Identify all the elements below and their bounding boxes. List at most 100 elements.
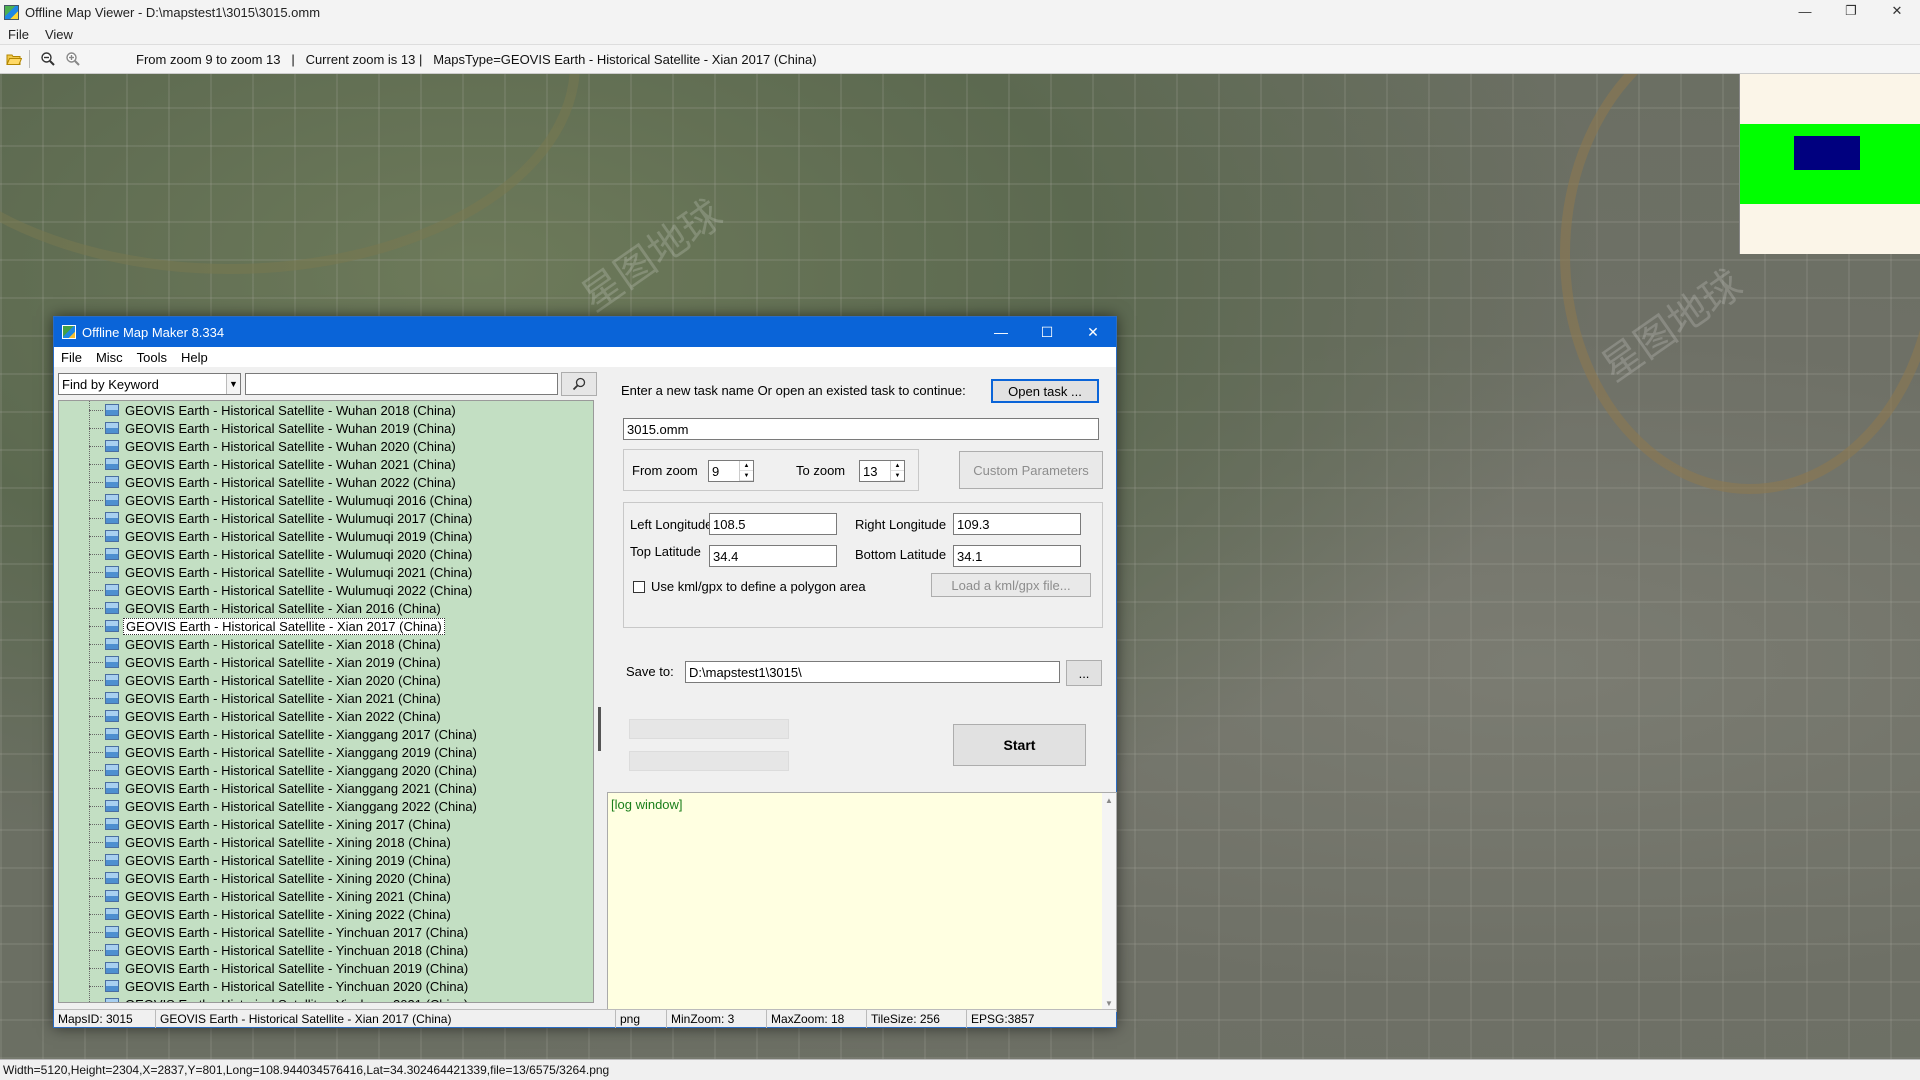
tree-branch-line	[89, 643, 103, 645]
map-layer-icon	[105, 836, 119, 848]
tree-item[interactable]: GEOVIS Earth - Historical Satellite - Xi…	[89, 689, 443, 707]
tree-item[interactable]: GEOVIS Earth - Historical Satellite - Xi…	[89, 779, 479, 797]
scroll-up-icon[interactable]: ▲	[1105, 796, 1113, 805]
tree-item-label: GEOVIS Earth - Historical Satellite - Xi…	[125, 906, 451, 922]
tree-item[interactable]: GEOVIS Earth - Historical Satellite - Xi…	[89, 707, 443, 725]
save-to-input[interactable]: D:\mapstest1\3015\	[685, 661, 1060, 683]
tree-item[interactable]: GEOVIS Earth - Historical Satellite - Xi…	[89, 635, 443, 653]
open-task-button[interactable]: Open task ...	[991, 379, 1099, 403]
log-scrollbar[interactable]: ▲ ▼	[1102, 793, 1116, 1011]
tree-item[interactable]: GEOVIS Earth - Historical Satellite - Xi…	[89, 905, 453, 923]
search-mode-value: Find by Keyword	[62, 376, 159, 392]
tree-item[interactable]: GEOVIS Earth - Historical Satellite - Wu…	[89, 419, 458, 437]
tree-branch-line	[89, 733, 103, 735]
overview-minimap[interactable]	[1739, 74, 1920, 254]
spin-up-icon[interactable]: ▲	[891, 461, 904, 471]
search-input[interactable]	[245, 373, 558, 395]
tree-item[interactable]: GEOVIS Earth - Historical Satellite - Xi…	[89, 869, 453, 887]
dialog-menu-tools[interactable]: Tools	[130, 350, 174, 365]
dialog-maximize-button[interactable]: ☐	[1024, 317, 1070, 347]
to-zoom-spinner[interactable]: 13 ▲ ▼	[859, 460, 905, 482]
tree-item[interactable]: GEOVIS Earth - Historical Satellite - Xi…	[89, 617, 445, 635]
zoom-in-icon[interactable]	[62, 48, 84, 70]
tree-item[interactable]: GEOVIS Earth - Historical Satellite - Xi…	[89, 851, 453, 869]
from-zoom-arrows[interactable]: ▲ ▼	[739, 461, 753, 481]
tree-item-label: GEOVIS Earth - Historical Satellite - Yi…	[125, 978, 469, 994]
to-zoom-arrows[interactable]: ▲ ▼	[890, 461, 904, 481]
menu-view[interactable]: View	[37, 27, 81, 42]
tree-item[interactable]: GEOVIS Earth - Historical Satellite - Wu…	[89, 491, 474, 509]
tree-item-label: GEOVIS Earth - Historical Satellite - Wu…	[125, 438, 456, 454]
tree-item-label: GEOVIS Earth - Historical Satellite - Xi…	[123, 617, 445, 635]
dialog-menu-help[interactable]: Help	[174, 350, 215, 365]
tree-item[interactable]: GEOVIS Earth - Historical Satellite - Wu…	[89, 401, 458, 419]
search-mode-select[interactable]: Find by Keyword ▼	[58, 373, 241, 395]
tree-item[interactable]: GEOVIS Earth - Historical Satellite - Xi…	[89, 653, 443, 671]
dialog-menu-file[interactable]: File	[54, 350, 89, 365]
tree-item[interactable]: GEOVIS Earth - Historical Satellite - Yi…	[89, 995, 470, 1002]
top-latitude-input[interactable]: 34.4	[709, 545, 837, 567]
tree-branch-line	[89, 913, 103, 915]
tree-item[interactable]: GEOVIS Earth - Historical Satellite - Yi…	[89, 923, 470, 941]
spin-down-icon[interactable]: ▼	[891, 471, 904, 481]
dialog-minimize-button[interactable]: —	[978, 317, 1024, 347]
tree-item[interactable]: GEOVIS Earth - Historical Satellite - Wu…	[89, 455, 458, 473]
custom-parameters-button[interactable]: Custom Parameters	[959, 451, 1103, 489]
tree-item[interactable]: GEOVIS Earth - Historical Satellite - Xi…	[89, 671, 443, 689]
dialog-menu-misc[interactable]: Misc	[89, 350, 130, 365]
dialog-close-button[interactable]: ✕	[1070, 317, 1116, 347]
scroll-down-icon[interactable]: ▼	[1105, 999, 1113, 1008]
minimap-viewport-box[interactable]	[1794, 136, 1860, 170]
maximize-button[interactable]: ❐	[1828, 0, 1874, 22]
search-button[interactable]	[561, 372, 597, 396]
load-kml-button[interactable]: Load a kml/gpx file...	[931, 573, 1091, 597]
tree-item[interactable]: GEOVIS Earth - Historical Satellite - Wu…	[89, 545, 474, 563]
tree-item[interactable]: GEOVIS Earth - Historical Satellite - Wu…	[89, 509, 474, 527]
pane-splitter-handle[interactable]	[598, 707, 601, 751]
bottom-latitude-input[interactable]: 34.1	[953, 545, 1081, 567]
browse-button[interactable]: ...	[1066, 660, 1102, 686]
left-longitude-input[interactable]: 108.5	[709, 513, 837, 535]
tree-item[interactable]: GEOVIS Earth - Historical Satellite - Xi…	[89, 743, 479, 761]
tree-item-label: GEOVIS Earth - Historical Satellite - Wu…	[125, 474, 456, 490]
map-type-tree[interactable]: GEOVIS Earth - Historical Satellite - Wu…	[58, 400, 594, 1003]
tree-item[interactable]: GEOVIS Earth - Historical Satellite - Yi…	[89, 977, 470, 995]
open-folder-icon[interactable]	[3, 48, 25, 70]
tree-branch-line	[89, 661, 103, 663]
task-name-input[interactable]: 3015.omm	[623, 418, 1099, 440]
menu-file[interactable]: File	[0, 27, 37, 42]
use-kml-checkbox[interactable]	[633, 581, 645, 593]
dialog-window-controls: — ☐ ✕	[978, 317, 1116, 347]
log-window[interactable]: [log window] ▲ ▼	[607, 792, 1117, 1012]
tree-item[interactable]: GEOVIS Earth - Historical Satellite - Wu…	[89, 581, 474, 599]
map-layer-icon	[105, 530, 119, 542]
tree-item[interactable]: GEOVIS Earth - Historical Satellite - Wu…	[89, 527, 474, 545]
from-zoom-spinner[interactable]: 9 ▲ ▼	[708, 460, 754, 482]
map-layer-icon	[105, 728, 119, 740]
spin-up-icon[interactable]: ▲	[740, 461, 753, 471]
tree-branch-line	[89, 895, 103, 897]
tree-item-label: GEOVIS Earth - Historical Satellite - Yi…	[125, 960, 469, 976]
map-layer-icon	[105, 656, 119, 668]
tree-item[interactable]: GEOVIS Earth - Historical Satellite - Yi…	[89, 941, 470, 959]
start-button[interactable]: Start	[953, 724, 1086, 766]
tree-item[interactable]: GEOVIS Earth - Historical Satellite - Xi…	[89, 887, 453, 905]
tree-item[interactable]: GEOVIS Earth - Historical Satellite - Xi…	[89, 815, 453, 833]
close-button[interactable]: ✕	[1874, 0, 1920, 22]
tree-item[interactable]: GEOVIS Earth - Historical Satellite - Xi…	[89, 797, 479, 815]
tree-item[interactable]: GEOVIS Earth - Historical Satellite - Xi…	[89, 599, 443, 617]
right-longitude-input[interactable]: 109.3	[953, 513, 1081, 535]
tree-item[interactable]: GEOVIS Earth - Historical Satellite - Wu…	[89, 437, 458, 455]
tree-item[interactable]: GEOVIS Earth - Historical Satellite - Xi…	[89, 761, 479, 779]
map-layer-icon	[105, 494, 119, 506]
tree-item[interactable]: GEOVIS Earth - Historical Satellite - Wu…	[89, 563, 474, 581]
spin-down-icon[interactable]: ▼	[740, 471, 753, 481]
zoom-out-icon[interactable]	[37, 48, 59, 70]
chevron-down-icon[interactable]: ▼	[226, 374, 240, 394]
tree-branch-line	[89, 625, 103, 627]
tree-item[interactable]: GEOVIS Earth - Historical Satellite - Xi…	[89, 725, 479, 743]
tree-item[interactable]: GEOVIS Earth - Historical Satellite - Yi…	[89, 959, 470, 977]
minimize-button[interactable]: —	[1782, 0, 1828, 22]
tree-item[interactable]: GEOVIS Earth - Historical Satellite - Xi…	[89, 833, 453, 851]
tree-item[interactable]: GEOVIS Earth - Historical Satellite - Wu…	[89, 473, 458, 491]
